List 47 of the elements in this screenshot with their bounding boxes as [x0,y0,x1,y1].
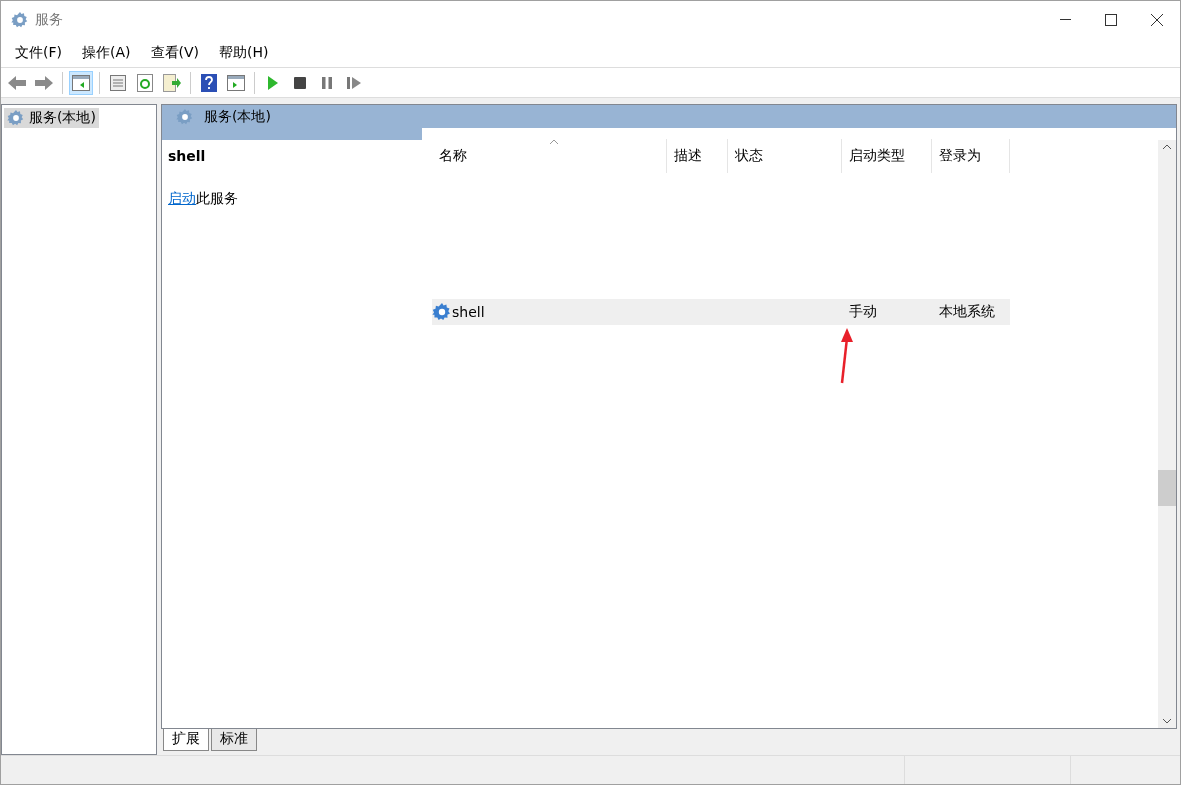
table-cell: 本地系统 [939,303,995,321]
action-text: 启动此服务 [168,190,239,208]
scrollbar[interactable] [1158,140,1176,728]
tree-item[interactable]: 服务(本地) [4,108,99,128]
resume-icon [347,76,361,89]
gear-icon [7,109,25,127]
menu-item[interactable]: 文件(F) [5,43,72,62]
service-icon [432,302,452,322]
table-row[interactable]: shell 手动 本地系统 [432,299,1010,325]
column-header[interactable]: 登录为 [932,139,1010,173]
menu-item[interactable]: 帮助(H) [209,43,279,62]
back-arrow-icon [7,74,27,91]
tree-pane-icon [72,74,90,91]
scroll-thumb[interactable] [1158,470,1176,506]
export-icon [163,73,181,92]
window-title: 服务 [35,10,64,29]
toolbar-button[interactable] [69,70,93,95]
column-header[interactable]: 状态 [728,139,842,173]
stop-icon [294,76,306,89]
maximize-icon [1105,13,1117,26]
app-icon [11,10,29,29]
view-tab[interactable]: 标准 [211,729,257,751]
panel-title: 服务(本地) [204,107,271,126]
forward-arrow-icon [34,74,54,91]
menu-item[interactable]: 操作(A) [72,43,141,62]
column-header[interactable]: 启动类型 [842,139,932,173]
pause-icon [322,76,332,89]
action-pane-icon [227,74,245,91]
gear-icon [176,107,194,126]
properties-icon [109,73,127,92]
column-header[interactable]: 描述 [667,139,728,173]
minimize-icon [1059,18,1071,21]
close-icon [1151,13,1163,26]
start-link[interactable]: 启动 [168,190,196,206]
help-icon [201,73,217,92]
scroll-up-icon[interactable] [1162,144,1172,150]
sort-caret-icon [550,139,558,144]
scroll-down-icon[interactable] [1162,718,1172,724]
play-icon [268,75,278,90]
annotation-arrow [838,328,854,384]
service-name: shell [168,148,207,164]
column-header[interactable]: 名称 [432,139,667,173]
menu-item[interactable]: 查看(V) [140,43,209,62]
view-tab[interactable]: 扩展 [163,729,209,751]
table-cell: shell [452,304,485,320]
table-cell: 手动 [849,303,877,321]
refresh-icon [137,73,153,92]
